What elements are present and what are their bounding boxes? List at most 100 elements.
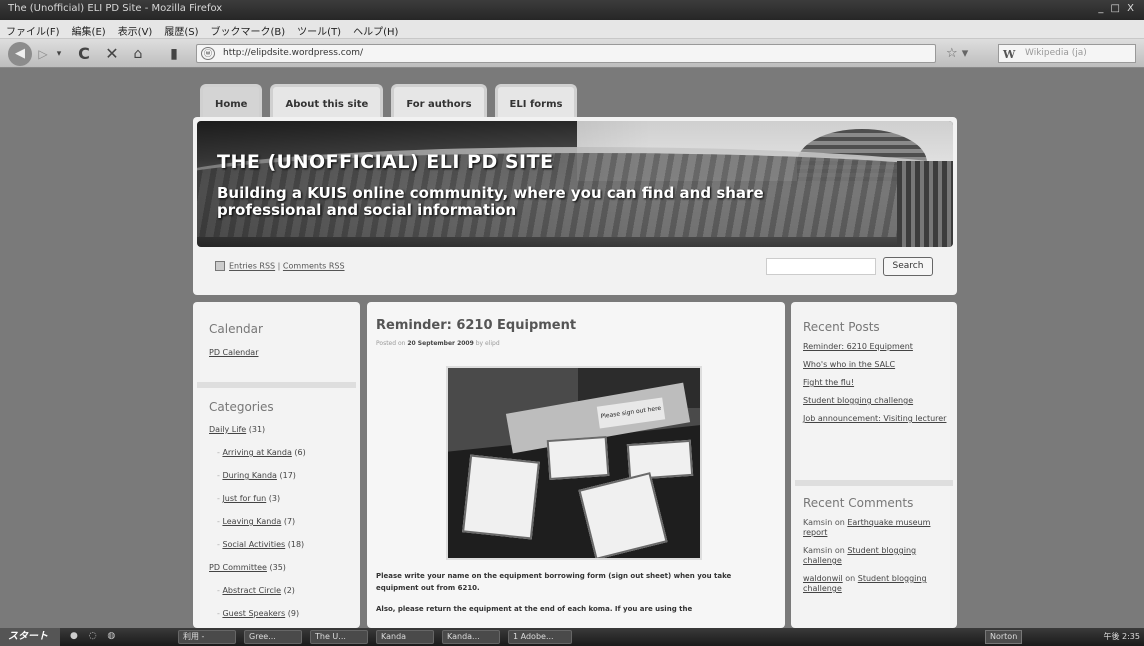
post-paragraph: Also, please return the equipment at the…	[376, 605, 693, 613]
taskbar-window[interactable]: The U...	[310, 630, 368, 644]
comment-on: on	[834, 518, 845, 527]
comment-author-link[interactable]: waldonwil	[803, 574, 843, 583]
browser-search-placeholder: Wikipedia (ja)	[1025, 48, 1087, 58]
tab-eli-forms[interactable]: ELI forms	[494, 84, 578, 118]
recent-post-link[interactable]: Who's who in the SALC	[803, 360, 953, 370]
forward-icon[interactable]: ▷	[34, 43, 52, 65]
navigation-toolbar: ◀ ▷ ▾ C ✕ ⌂ ▮ ⓦ http://elipdsite.wordpre…	[0, 39, 1144, 68]
category-count: (35)	[269, 563, 286, 572]
calendar-title: Calendar	[209, 322, 263, 336]
recent-post-link[interactable]: Student blogging challenge	[803, 396, 953, 406]
category-link[interactable]: PD Committee	[209, 563, 267, 572]
site-search-input[interactable]	[766, 258, 876, 275]
taskbar-window[interactable]: 利用 -	[178, 630, 236, 644]
site-search-button[interactable]: Search	[883, 257, 933, 276]
post-body: Please write your name on the equipment …	[376, 570, 776, 624]
search-engine-icon[interactable]: W	[1003, 46, 1015, 63]
recent-post-link[interactable]: Job announcement: Visiting lecturer	[803, 414, 953, 424]
post-meta: Posted on 20 September 2009 by elipd	[376, 340, 500, 347]
category-item: Abstract Circle (2)	[209, 579, 359, 602]
category-link[interactable]: Leaving Kanda	[222, 517, 281, 526]
recent-comments-title: Recent Comments	[803, 496, 914, 510]
post-author[interactable]: elipd	[485, 340, 500, 347]
tab-for-authors[interactable]: For authors	[391, 84, 487, 118]
category-link[interactable]: Social Activities	[222, 540, 285, 549]
category-count: (18)	[287, 540, 305, 549]
category-count: (2)	[283, 586, 295, 595]
category-count: (3)	[268, 494, 281, 503]
back-icon[interactable]: ◀	[8, 42, 32, 66]
entries-rss-link[interactable]: Entries RSS	[229, 262, 275, 271]
post-photo[interactable]: Please sign out here	[446, 366, 702, 560]
post-date[interactable]: 20 September 2009	[407, 340, 473, 347]
menu-view[interactable]: 表示(V)	[118, 23, 153, 38]
menu-bookmarks[interactable]: ブックマーク(B)	[211, 23, 286, 38]
comment-on: on	[845, 574, 856, 583]
category-link[interactable]: Just for fun	[222, 494, 266, 503]
taskbar-window[interactable]: Kanda	[376, 630, 434, 644]
tab-home[interactable]: Home	[200, 84, 263, 118]
bookmark-icon[interactable]: ▮	[164, 43, 184, 65]
post-title[interactable]: Reminder: 6210 Equipment	[376, 318, 576, 333]
reload-icon[interactable]: C	[74, 43, 94, 65]
window-title-bar[interactable]: The (Unofficial) ELI PD Site - Mozilla F…	[0, 0, 1144, 20]
category-link[interactable]: Arriving at Kanda	[222, 448, 291, 457]
site-nav-tabs: Home About this site For authors ELI for…	[200, 84, 578, 118]
taskbar-window[interactable]: 1 Adobe...	[508, 630, 572, 644]
category-item: Guest Speakers (9)	[209, 602, 359, 625]
recent-comment: Kamsin on Student blogging challenge	[803, 546, 953, 566]
category-link[interactable]: During Kanda	[222, 471, 277, 480]
category-item: Leaving Kanda (7)	[209, 510, 359, 533]
site-title[interactable]: THE (UNOFFICIAL) ELI PD SITE	[217, 151, 554, 173]
norton-tray-icon[interactable]: Norton	[985, 630, 1023, 644]
menu-edit[interactable]: 編集(E)	[72, 23, 106, 38]
photo-sheet	[462, 454, 540, 540]
site-description: Building a KUIS online community, where …	[217, 184, 764, 219]
menu-tools[interactable]: ツール(T)	[297, 23, 341, 38]
comment-on: on	[834, 546, 845, 555]
category-count: (31)	[248, 425, 266, 434]
menu-help[interactable]: ヘルプ(H)	[353, 23, 398, 38]
stop-icon[interactable]: ✕	[102, 43, 122, 65]
widget-divider	[795, 480, 953, 486]
menu-file[interactable]: ファイル(F)	[6, 23, 60, 38]
bookmark-star-icon[interactable]: ☆ ▾	[946, 46, 968, 61]
rss-icon	[215, 261, 225, 271]
taskbar-window[interactable]: Gree...	[244, 630, 302, 644]
feed-separator: |	[277, 261, 281, 271]
category-count: (17)	[279, 471, 296, 480]
menu-history[interactable]: 履歴(S)	[164, 23, 198, 38]
category-item: Just for fun (3)	[209, 487, 359, 510]
categories-title: Categories	[209, 400, 274, 414]
main-content: Reminder: 6210 Equipment Posted on 20 Se…	[367, 302, 785, 628]
category-link[interactable]: Guest Speakers	[222, 609, 285, 618]
recent-posts-title: Recent Posts	[803, 320, 880, 334]
home-icon[interactable]: ⌂	[128, 43, 148, 65]
category-link[interactable]: Abstract Circle	[222, 586, 281, 595]
window-controls[interactable]: _ □ X	[1098, 3, 1136, 14]
header-banner-image[interactable]: THE (UNOFFICIAL) ELI PD SITE Building a …	[197, 121, 953, 247]
recent-comment: Kamsin on Earthquake museum report	[803, 518, 953, 538]
address-url: http://elipdsite.wordpress.com/	[223, 48, 364, 58]
taskbar-clock[interactable]: 午後 2:35	[1103, 631, 1140, 642]
pd-calendar-link[interactable]: PD Calendar	[209, 348, 263, 357]
quick-launch-icons[interactable]: ● ◌ ◍	[70, 631, 119, 641]
tab-about[interactable]: About this site	[270, 84, 384, 118]
address-bar[interactable]: ⓦ http://elipdsite.wordpress.com/	[196, 44, 936, 63]
feed-links: Entries RSS | Comments RSS	[215, 261, 345, 271]
category-item: During Kanda (17)	[209, 464, 359, 487]
taskbar-window[interactable]: Kanda...	[442, 630, 500, 644]
window-title: The (Unofficial) ELI PD Site - Mozilla F…	[8, 3, 223, 14]
recent-post-link[interactable]: Reminder: 6210 Equipment	[803, 342, 953, 352]
post-meta-prefix: Posted on	[376, 340, 406, 347]
browser-search-input[interactable]: W Wikipedia (ja)	[998, 44, 1136, 63]
recent-post-link[interactable]: Fight the flu!	[803, 378, 953, 388]
comment-author: Kamsin	[803, 546, 833, 555]
category-link[interactable]: Daily Life	[209, 425, 246, 434]
start-button[interactable]: スタート	[0, 628, 60, 646]
history-dropdown-icon[interactable]: ▾	[54, 43, 64, 65]
category-count: (7)	[283, 517, 296, 526]
category-item: Arriving at Kanda (6)	[209, 441, 359, 464]
comments-rss-link[interactable]: Comments RSS	[283, 262, 345, 271]
site-identity-icon[interactable]: ⓦ	[201, 47, 215, 60]
